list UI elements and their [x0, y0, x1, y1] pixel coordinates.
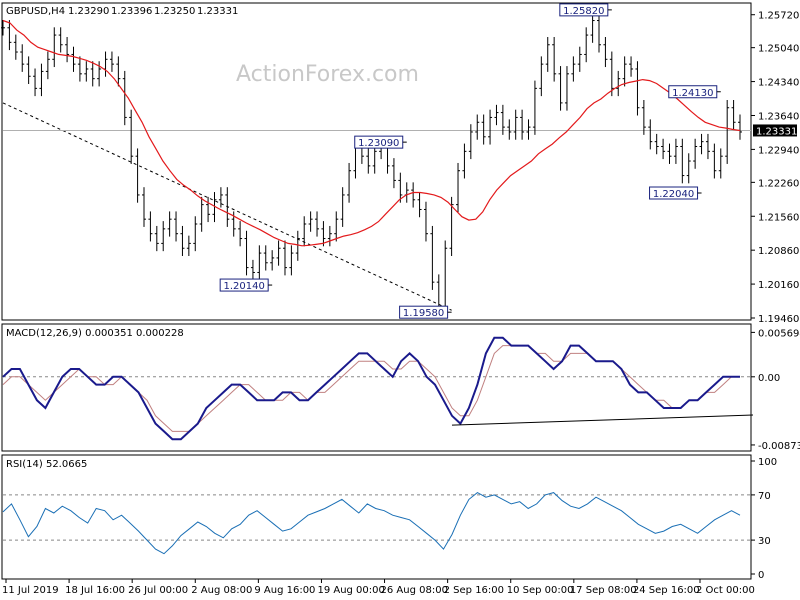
x-axis-label: 24 Sep 16:00 [633, 585, 700, 596]
rsi-axis-label: 100 [758, 457, 777, 468]
price-axis-label: 1.22940 [758, 145, 799, 156]
price-annotation-label: 1.24130 [672, 88, 713, 99]
ohlc-close: 1.23331 [197, 6, 238, 17]
x-axis-label: 11 Jul 2019 [2, 585, 59, 596]
x-axis-label: 18 Jul 16:00 [65, 585, 125, 596]
price-annotation-label: 1.19580 [403, 308, 444, 319]
rsi-axis-label: 70 [758, 491, 771, 502]
ohlc-high: 1.23396 [111, 6, 152, 17]
price-axis-label: 1.22260 [758, 178, 799, 189]
watermark: ActionForex.com [236, 62, 419, 87]
price-annotation-label: 1.23090 [358, 138, 399, 149]
macd-axis-label: 0.005694 [758, 328, 800, 339]
x-axis-label: 26 Aug 08:00 [381, 585, 448, 596]
price-annotation-label: 1.22040 [653, 189, 694, 200]
x-axis-label: 2 Sep 16:00 [444, 585, 504, 596]
price-axis-label: 1.25040 [758, 44, 799, 55]
price-annotation-label: 1.20140 [223, 281, 264, 292]
x-axis-label: 2 Oct 00:00 [696, 585, 755, 596]
macd-axis-label: -0.008737 [758, 441, 800, 452]
x-axis-label: 2 Aug 08:00 [191, 585, 252, 596]
forex-chart[interactable]: GBPUSD,H4 1.23290 1.23396 1.23250 1.2333… [0, 0, 800, 600]
rsi-axis-label: 0 [758, 570, 764, 581]
x-axis-label: 17 Sep 08:00 [570, 585, 637, 596]
x-axis-label: 10 Sep 00:00 [507, 585, 574, 596]
rsi-title: RSI(14) 52.0665 [6, 459, 87, 470]
macd-title: MACD(12,26,9) 0.000351 0.000228 [6, 328, 184, 339]
current-price-label: 1.23331 [756, 126, 797, 137]
price-axis-label: 1.19460 [758, 314, 799, 325]
x-axis-label: 19 Aug 00:00 [317, 585, 384, 596]
price-axis-label: 1.24340 [758, 78, 799, 89]
price-axis-label: 1.25720 [758, 11, 799, 22]
x-axis-label: 26 Jul 00:00 [128, 585, 188, 596]
price-annotation-label: 1.25820 [563, 6, 604, 17]
x-axis-label: 9 Aug 16:00 [254, 585, 315, 596]
price-axis-label: 1.20160 [758, 280, 799, 291]
ohlc-low: 1.23250 [154, 6, 195, 17]
symbol-title: GBPUSD,H4 [6, 6, 65, 17]
rsi-axis-label: 30 [758, 536, 771, 547]
macd-axis-label: 0.00 [758, 373, 780, 384]
ohlc-open: 1.23290 [68, 6, 109, 17]
price-axis-label: 1.20860 [758, 246, 799, 257]
price-axis-label: 1.23640 [758, 111, 799, 122]
price-axis-label: 1.21560 [758, 212, 799, 223]
